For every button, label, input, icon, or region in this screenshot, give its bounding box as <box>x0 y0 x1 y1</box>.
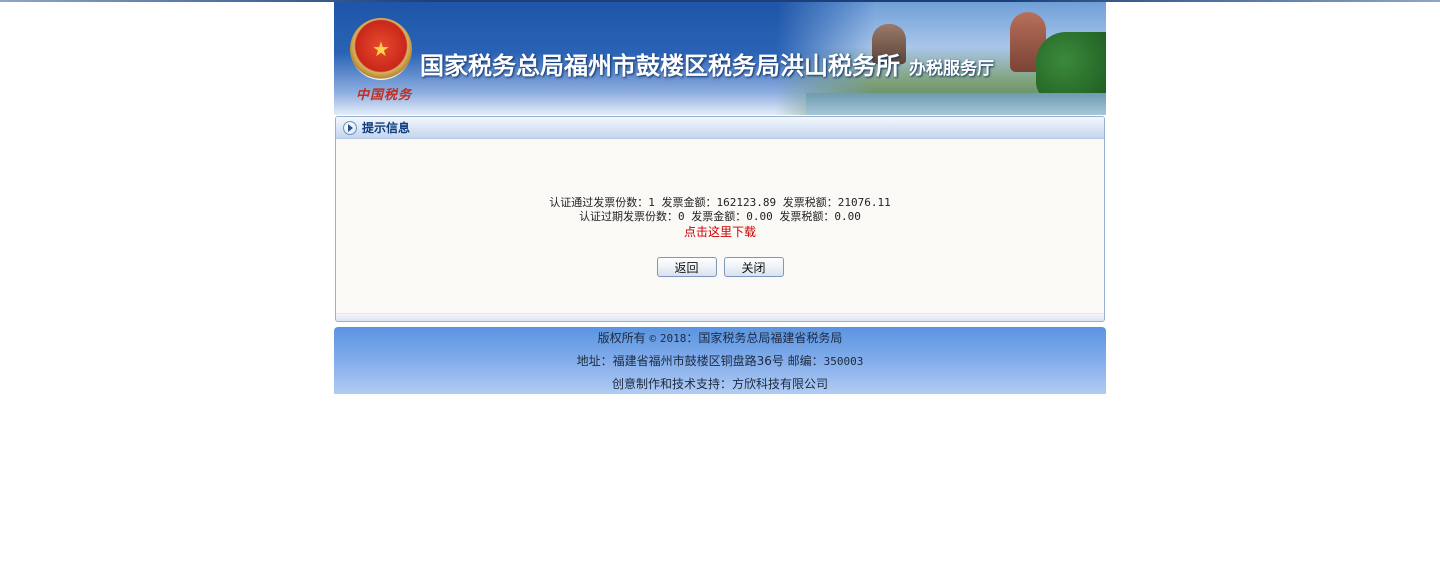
page-footer: 版权所有 © 2018：国家税务总局福建省税务局 地址：福建省福州市鼓楼区铜盘路… <box>334 327 1106 394</box>
banner-trees <box>1036 32 1106 102</box>
postcode: 350003 <box>823 355 864 368</box>
tax-emblem-icon: ★ <box>350 18 412 80</box>
header-banner: ★ 中国税务 国家税务总局福州市鼓楼区税务局洪山税务所 办税服务厅 <box>334 2 1106 115</box>
support-line: 创意制作和技术支持：方欣科技有限公司 <box>611 377 828 391</box>
site-subtitle: 办税服务厅 <box>909 59 994 79</box>
panel-header: 提示信息 <box>336 117 1104 139</box>
passed-invoice-summary: 认证通过发票份数：1 发票金额：162123.89 发票税额：21076.11 <box>549 196 891 209</box>
emblem-caption: 中国税务 <box>356 88 413 103</box>
panel-footer-bar <box>336 313 1104 321</box>
copyright-year: 2018 <box>659 332 687 345</box>
download-link[interactable]: 点击这里下载 <box>684 224 756 240</box>
site-title: 国家税务总局福州市鼓楼区税务局洪山税务所 <box>420 53 900 80</box>
copyright-owner: ：国家税务总局福建省税务局 <box>686 331 843 345</box>
back-button[interactable]: 返回 <box>656 257 717 277</box>
arrow-circle-icon <box>343 120 357 135</box>
info-panel: 提示信息 认证通过发票份数：1 发票金额：162123.89 发票税额：2107… <box>335 116 1105 322</box>
panel-body: 认证通过发票份数：1 发票金额：162123.89 发票税额：21076.11 … <box>336 196 1104 277</box>
expired-invoice-summary: 认证过期发票份数：0 发票金额：0.00 发票税额：0.00 <box>579 210 861 223</box>
close-button[interactable]: 关闭 <box>723 257 784 277</box>
address-text: 地址：福建省福州市鼓楼区铜盘路36号 邮编： <box>576 354 824 368</box>
copyright-symbol: © <box>649 332 657 345</box>
address-line: 地址：福建省福州市鼓楼区铜盘路36号 邮编：350003 <box>334 350 1106 373</box>
copyright-line: 版权所有 © 2018：国家税务总局福建省税务局 <box>334 327 1106 350</box>
copyright-prefix: 版权所有 <box>597 331 646 345</box>
banner-water <box>806 93 1106 115</box>
button-group: 返回 关闭 <box>336 257 1104 277</box>
panel-title: 提示信息 <box>362 121 411 135</box>
